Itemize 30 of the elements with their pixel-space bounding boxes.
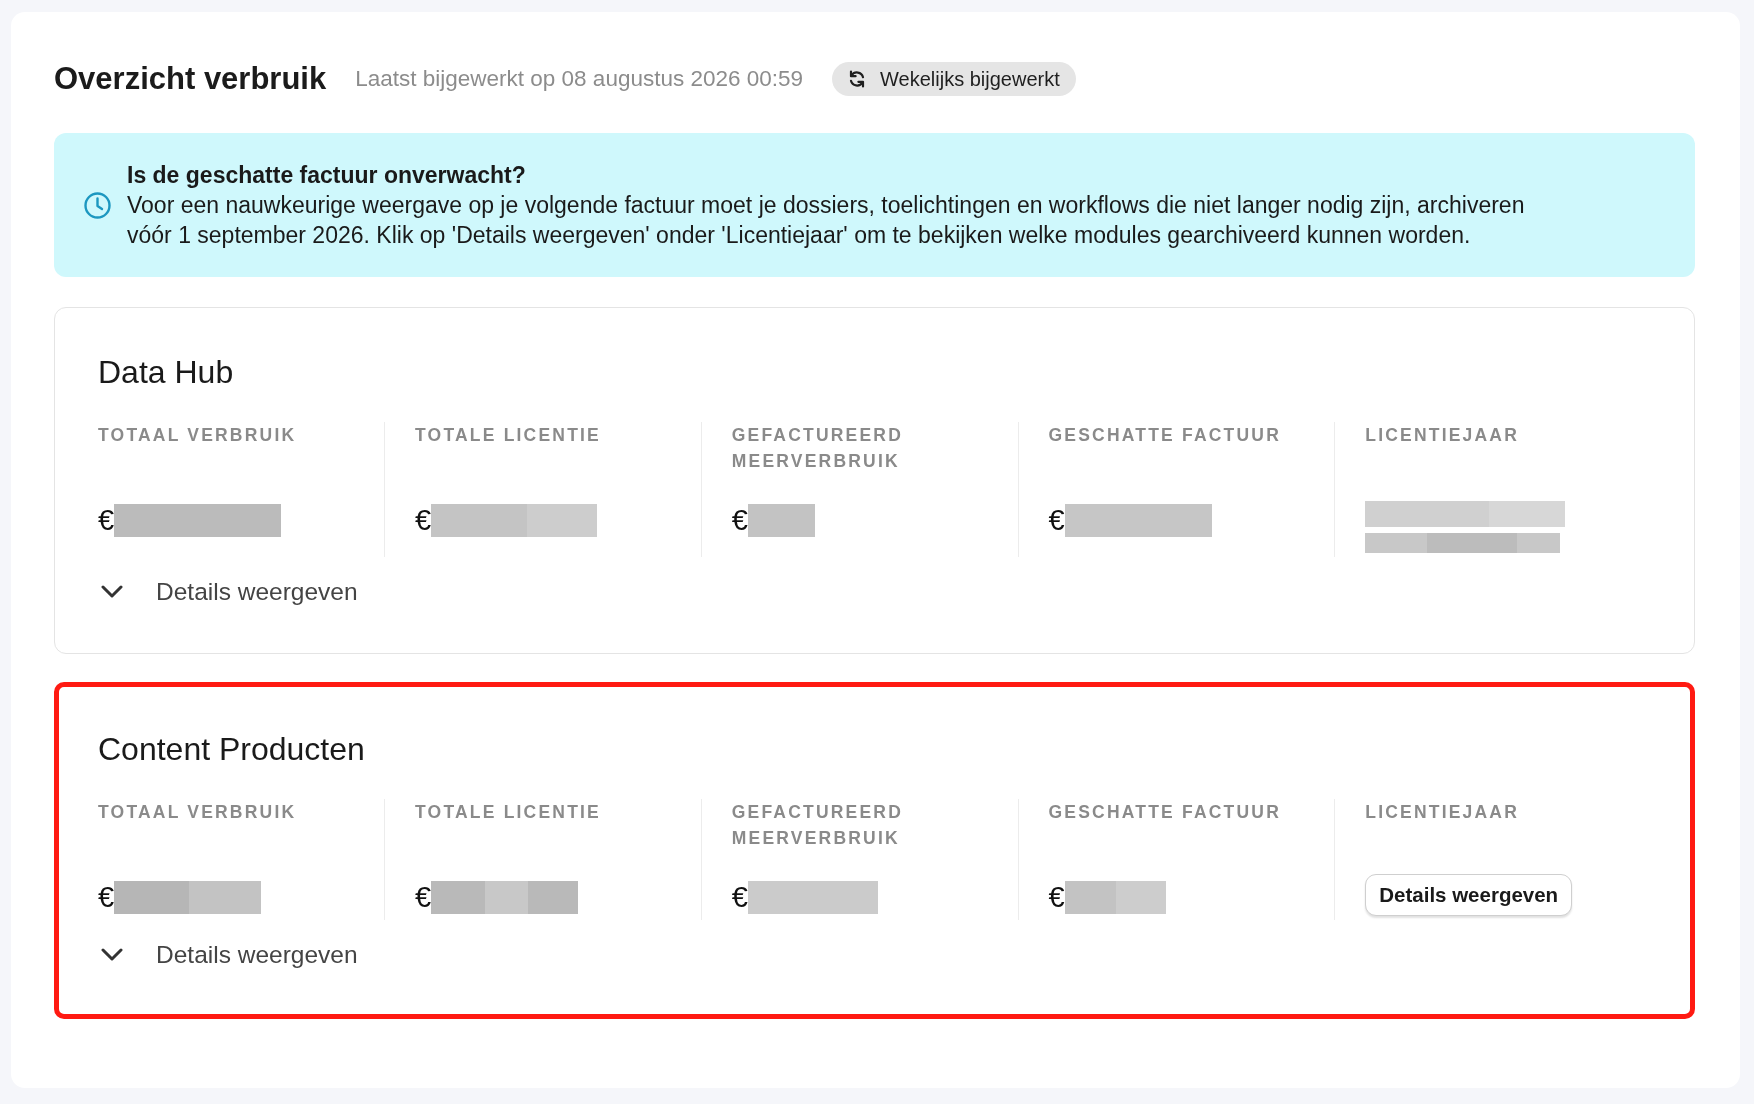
metric-label: LICENTIEJAAR (1365, 801, 1521, 824)
metric-value: € (415, 880, 432, 914)
metric-label: GESCHATTE FACTUUR (1048, 424, 1282, 447)
metric-value: € (98, 880, 115, 914)
alert-text: Voor een nauwkeurige weergave op je volgende factuur moet je dossiers, toelichtingen en workflows die niet langer nodig zijn, archiveren vóór 1 september 2026. Klik op 'Details weergeven' onder 'Licentiejaar' om te bekijken welke modules gearchiveerd kunnen worden. (127, 191, 1526, 250)
refresh-icon (848, 70, 867, 88)
details-toggle[interactable]: Details weergeven (98, 938, 358, 972)
frequency-text: Wekelijks bijgewerkt (880, 67, 1060, 92)
details-toggle[interactable]: Details weergeven (98, 575, 358, 609)
metric-value: € (1048, 503, 1065, 537)
page-title: Overzicht verbruik (54, 60, 327, 98)
metric-label: TOTALE LICENTIE (415, 424, 602, 447)
metric-value: € (415, 503, 432, 537)
metric-label: TOTAAL VERBRUIK (98, 424, 298, 447)
last-updated-text: Laatst bijgewerkt op 08 augustus 2026 00:59 (355, 65, 804, 94)
metric-value: € (98, 503, 115, 537)
metric-value: € (731, 503, 748, 537)
metric-label: LICENTIEJAAR (1365, 424, 1521, 447)
metric-label: GEFACTUREERD MEERVERBRUIK (731, 424, 905, 473)
details-button[interactable]: Details weergeven (1365, 874, 1573, 916)
clock-icon (84, 191, 111, 219)
alert-heading: Is de geschatte factuur onverwacht? (127, 161, 527, 190)
metric-label: GEFACTUREERD MEERVERBRUIK (731, 801, 905, 850)
metric-value: € (731, 880, 748, 914)
metric-value: € (1048, 880, 1065, 914)
section-title: Content Producten (98, 730, 366, 769)
section-title: Data Hub (98, 353, 235, 392)
metric-label: GESCHATTE FACTUUR (1048, 801, 1282, 824)
metric-label: TOTAAL VERBRUIK (98, 801, 298, 824)
metric-label: TOTALE LICENTIE (415, 801, 602, 824)
